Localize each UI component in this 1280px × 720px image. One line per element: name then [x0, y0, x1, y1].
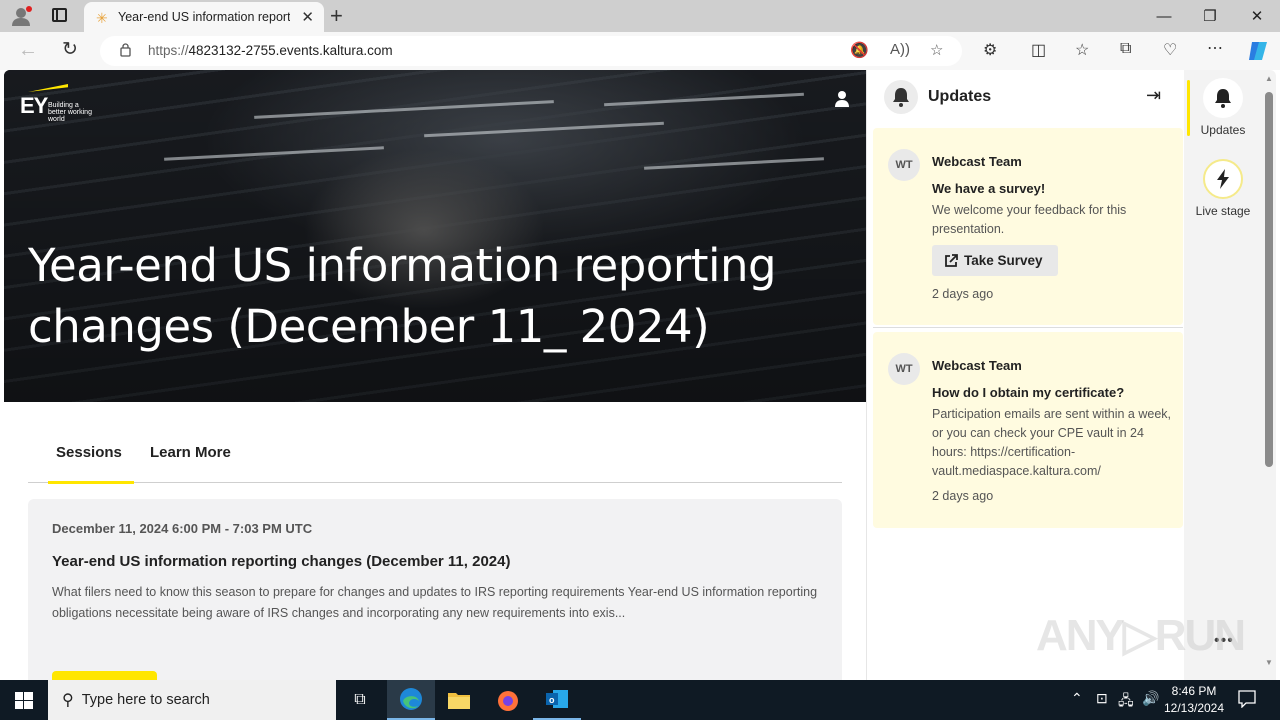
show-hidden-icons[interactable]: ⌃ — [1071, 690, 1083, 707]
copilot-icon[interactable] — [1246, 40, 1270, 62]
firefox-icon[interactable] — [484, 680, 532, 720]
file-explorer-icon[interactable] — [435, 680, 483, 720]
svg-text:o: o — [549, 695, 555, 705]
read-aloud-icon[interactable]: A)) — [890, 41, 910, 58]
external-link-icon — [945, 253, 958, 267]
browser-tab[interactable]: ✳ Year-end US information reporting chan… — [84, 2, 324, 32]
tab-learn-more[interactable]: Learn More — [150, 444, 231, 461]
rail-live-stage-label[interactable]: Live stage — [1184, 204, 1262, 218]
bell-icon — [1215, 89, 1231, 108]
update-heading: How do I obtain my certificate? — [932, 385, 1125, 400]
ey-logo-tagline: Building a better working world — [48, 102, 92, 123]
rail-updates-button[interactable] — [1203, 78, 1243, 118]
search-placeholder: Type here to search — [81, 692, 210, 708]
close-window-button[interactable]: ✕ — [1234, 0, 1280, 32]
take-survey-button[interactable]: Take Survey — [932, 245, 1058, 276]
session-date-time: December 11, 2024 6:00 PM - 7:03 PM UTC — [52, 521, 313, 536]
search-icon: ⚲ — [62, 692, 74, 709]
close-tab-icon[interactable]: ✕ — [301, 8, 314, 26]
tab-sessions[interactable]: Sessions — [56, 444, 122, 461]
rail-updates-label[interactable]: Updates — [1184, 123, 1262, 137]
windows-taskbar: ⚲ Type here to search ⧉ o ⌃ ⊡ 🖧 🔊 8:46 P… — [0, 680, 1280, 720]
restore-button[interactable]: ❐ — [1187, 0, 1233, 32]
extensions-icon[interactable]: ⚙ — [983, 40, 997, 60]
edge-taskbar-icon[interactable] — [387, 680, 435, 720]
update-author: Webcast Team — [932, 154, 1022, 169]
lightning-icon — [1217, 169, 1229, 189]
kaltura-favicon-icon: ✳ — [96, 10, 108, 26]
update-heading: We have a survey! — [932, 181, 1046, 196]
minimize-button[interactable]: — — [1141, 0, 1187, 32]
session-description: What filers need to know this season to … — [52, 585, 818, 620]
clock-date: 12/13/2024 — [1163, 701, 1225, 715]
session-title[interactable]: Year-end US information reporting change… — [52, 553, 510, 570]
page-scrollbar[interactable]: ▲ ▼ — [1262, 70, 1276, 680]
taskbar-clock[interactable]: 8:46 PM 12/13/2024 — [1160, 683, 1228, 717]
url-field[interactable]: https://4823132-2755.events.kaltura.com … — [100, 36, 962, 66]
take-survey-label: Take Survey — [964, 253, 1043, 268]
split-screen-icon[interactable]: ◫ — [1031, 40, 1046, 60]
update-item: WT Webcast Team We have a survey! We wel… — [873, 128, 1183, 325]
avatar: WT — [888, 149, 920, 181]
hero-banner: EY Building a better working world Year-… — [4, 70, 866, 402]
outlook-icon[interactable]: o — [533, 680, 581, 720]
back-icon[interactable]: ← — [18, 39, 38, 62]
ey-logo-text: EY — [20, 93, 48, 118]
side-rail: Updates Live stage ••• — [1184, 70, 1262, 680]
update-body: Participation emails are sent within a w… — [932, 407, 1172, 478]
tab-title: Year-end US information reporting change… — [118, 10, 290, 24]
volume-icon[interactable]: 🔊 — [1142, 690, 1159, 707]
lock-icon[interactable] — [120, 43, 131, 57]
task-view-icon[interactable]: ⧉ — [336, 680, 384, 720]
favorites-icon[interactable]: ☆ — [1075, 40, 1089, 60]
update-time: 2 days ago — [932, 489, 994, 503]
scroll-down-icon[interactable]: ▼ — [1265, 658, 1273, 667]
updates-panel: Updates ⇥ WT Webcast Team We have a surv… — [866, 70, 1184, 680]
notifications-blocked-icon[interactable]: 🔕 — [850, 41, 869, 59]
user-profile-icon[interactable] — [834, 90, 850, 108]
content-tabs: Sessions Learn More — [28, 402, 842, 484]
profile-icon[interactable] — [11, 5, 33, 27]
new-tab-button[interactable]: + — [330, 3, 343, 29]
collections-icon[interactable]: ⧉ — [1120, 40, 1131, 58]
update-time: 2 days ago — [932, 287, 994, 301]
collapse-panel-icon[interactable]: ⇥ — [1146, 85, 1161, 106]
updates-bell-icon — [884, 80, 918, 114]
browser-tab-bar: ✳ Year-end US information reporting chan… — [0, 0, 1280, 32]
notifications-icon[interactable] — [1238, 690, 1256, 708]
updates-title: Updates — [928, 88, 992, 105]
browser-essentials-icon[interactable]: ♡ — [1163, 40, 1177, 60]
address-bar-row: ← ↻ https://4823132-2755.events.kaltura.… — [0, 32, 1280, 70]
update-divider — [873, 327, 1183, 328]
event-title: Year-end US information reporting change… — [28, 239, 777, 353]
update-body: We welcome your feedback for this presen… — [932, 203, 1127, 236]
network-icon[interactable]: 🖧 — [1118, 690, 1134, 714]
taskbar-search-box[interactable]: ⚲ Type here to search — [48, 680, 336, 720]
scrollbar-thumb[interactable] — [1265, 92, 1273, 467]
meet-now-icon[interactable]: ⊡ — [1096, 690, 1108, 707]
reload-icon[interactable]: ↻ — [62, 38, 78, 61]
scroll-up-icon[interactable]: ▲ — [1265, 74, 1273, 83]
url-text[interactable]: https://4823132-2755.events.kaltura.com — [148, 43, 393, 58]
avatar: WT — [888, 353, 920, 385]
ey-logo[interactable]: EY Building a better working world — [20, 80, 100, 123]
windows-start-icon[interactable] — [15, 692, 33, 709]
session-card[interactable]: December 11, 2024 6:00 PM - 7:03 PM UTC … — [28, 499, 842, 680]
session-action-button[interactable] — [52, 671, 157, 680]
ey-logo-beam — [28, 84, 68, 92]
page-content: EY Building a better working world Year-… — [4, 70, 1276, 680]
anyrun-watermark: ANY▷RUN — [1036, 611, 1246, 660]
tab-actions-icon[interactable] — [52, 8, 67, 22]
favorite-star-icon[interactable]: ☆ — [930, 41, 943, 59]
more-menu-icon[interactable]: ⋯ — [1207, 38, 1223, 58]
clock-time: 8:46 PM — [1171, 684, 1217, 698]
rail-live-stage-button[interactable] — [1203, 159, 1243, 199]
update-author: Webcast Team — [932, 358, 1022, 373]
update-item: WT Webcast Team How do I obtain my certi… — [873, 332, 1183, 528]
active-tab-indicator — [48, 481, 134, 484]
